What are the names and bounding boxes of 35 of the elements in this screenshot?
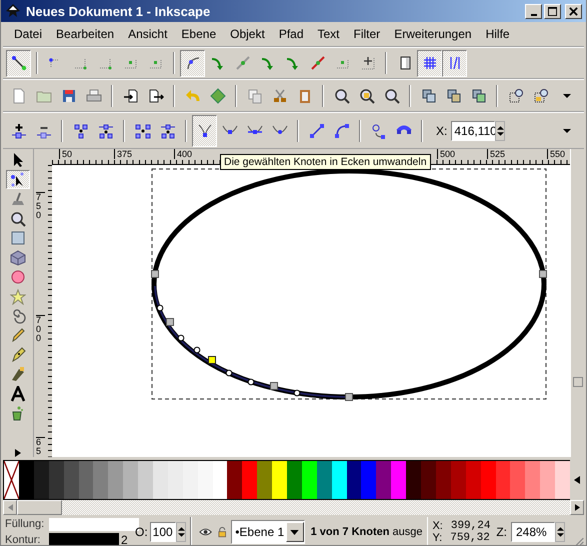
ruler-label: 525 xyxy=(487,149,506,159)
opacity-label: O: xyxy=(135,525,148,539)
x-label: X: xyxy=(432,520,443,532)
ruler-label: 400 xyxy=(174,149,192,159)
cursor-x: 399,24 xyxy=(450,520,490,532)
menu-item[interactable]: Filter xyxy=(346,25,388,43)
stroke-width: 2 xyxy=(121,532,129,545)
menu-item[interactable]: Ebene xyxy=(174,25,224,43)
ruler-label: 750 xyxy=(36,192,45,220)
ruler-label: 500 xyxy=(437,149,456,159)
menu-item[interactable]: Erweiterungen xyxy=(387,25,479,43)
zoom-field[interactable]: 248% xyxy=(511,522,555,542)
cursor-y: 759,32 xyxy=(450,532,490,544)
menu-item[interactable]: Ansicht xyxy=(121,25,174,43)
y-label: Y: xyxy=(432,532,442,544)
menu-item[interactable]: Objekt xyxy=(223,25,272,43)
window-title: Neues Dokument 1 - Inkscape xyxy=(26,4,212,18)
ruler-label: 700 xyxy=(36,315,45,343)
stroke-label: Kontur: xyxy=(5,534,42,545)
menu-item[interactable]: Hilfe xyxy=(478,25,517,43)
ruler-label: 65 xyxy=(36,437,45,456)
menu-item[interactable]: Datei xyxy=(7,25,50,43)
layer-dropdown[interactable]: •Ebene 1 xyxy=(231,520,305,544)
zoom-label: Z: xyxy=(496,525,507,539)
fill-label: Füllung: xyxy=(5,518,46,530)
opacity-field[interactable]: 100 xyxy=(150,522,176,542)
menu-item[interactable]: Bearbeiten xyxy=(49,25,122,43)
ruler-label: 50 xyxy=(59,149,72,159)
status-message: 1 von 7 Knoten ausge xyxy=(310,525,422,540)
menu-item[interactable]: Pfad xyxy=(272,25,310,43)
menu-item[interactable]: Text xyxy=(310,25,347,43)
ruler-label: 375 xyxy=(114,149,132,159)
ruler-label: 550 xyxy=(547,149,566,159)
x-label: X: xyxy=(436,124,448,138)
tooltip: Die gewählten Knoten in Ecken umwandeln xyxy=(220,154,431,170)
